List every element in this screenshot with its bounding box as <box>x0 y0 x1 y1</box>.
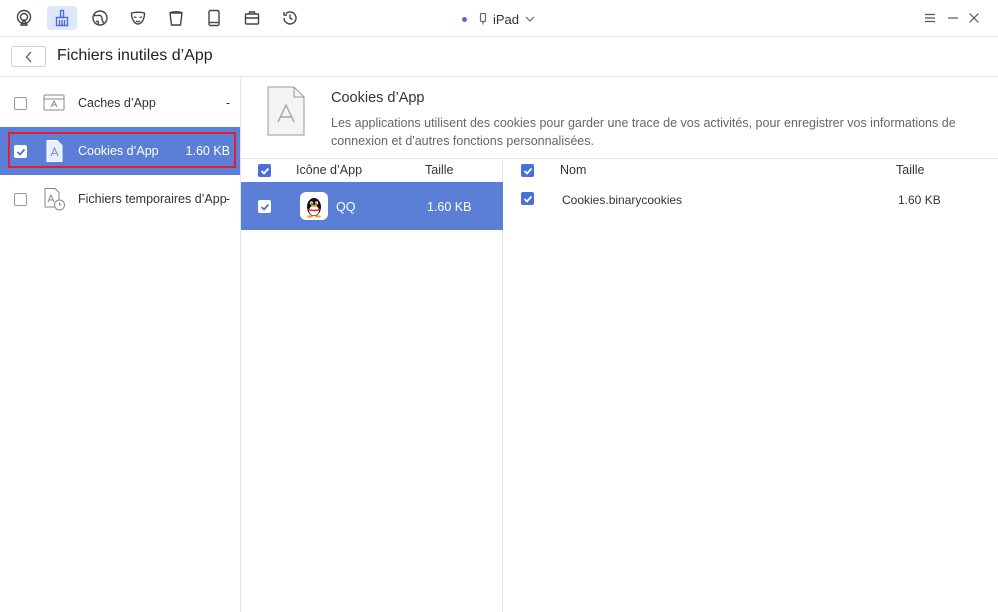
app-file-icon <box>267 86 305 136</box>
column-header-app-icon[interactable]: Icône d’App <box>296 163 362 177</box>
minimize-icon[interactable] <box>945 10 961 26</box>
app-list-header: Icône d’App Taille <box>241 159 502 181</box>
category-sidebar: Caches d’App - Cookies d’App 1.60 KB Fic… <box>0 77 241 612</box>
category-label: Caches d’App <box>78 96 156 110</box>
connection-dot <box>462 16 467 22</box>
file-name: Cookies.binarycookies <box>562 193 683 207</box>
category-size: 1.60 KB <box>185 144 230 158</box>
back-button[interactable] <box>11 46 46 67</box>
description-title: Cookies d’App <box>331 90 425 106</box>
file-list-header: Nom Taille <box>504 159 998 181</box>
column-header-size[interactable]: Taille <box>425 163 454 177</box>
category-checkbox[interactable] <box>14 97 27 110</box>
chevron-left-icon <box>25 51 31 62</box>
category-size: - <box>225 96 230 110</box>
description-text: Les applications utilisent des cookies p… <box>331 116 956 148</box>
app-size: 1.60 KB <box>427 200 472 214</box>
category-item-caches[interactable]: Caches d’App - <box>0 79 240 127</box>
file-list-panel: Nom Taille Cookies.binarycookies 1.60 KB <box>504 159 998 612</box>
column-header-size[interactable]: Taille <box>896 163 925 177</box>
trash-bin-icon[interactable] <box>161 6 191 30</box>
file-size: 1.60 KB <box>898 193 941 207</box>
category-checkbox[interactable] <box>14 193 27 206</box>
app-name: QQ <box>336 200 356 214</box>
check-icon <box>16 148 25 156</box>
broom-icon[interactable] <box>47 6 77 30</box>
top-toolbar: iPad <box>0 0 998 37</box>
qq-app-icon <box>300 192 328 220</box>
temp-file-icon <box>44 188 65 211</box>
cable-icon <box>479 13 487 25</box>
mask-icon[interactable] <box>123 6 153 30</box>
device-name: iPad <box>493 11 520 27</box>
briefcase-icon[interactable] <box>237 6 267 30</box>
history-icon[interactable] <box>275 6 305 30</box>
close-icon[interactable] <box>966 10 982 26</box>
category-item-cookies[interactable]: Cookies d’App 1.60 KB <box>0 127 240 175</box>
category-label: Fichiers temporaires d’App <box>78 192 227 206</box>
title-bar: Fichiers inutiles d’App <box>0 37 998 77</box>
chevron-down-icon <box>525 16 535 22</box>
category-size: - <box>225 192 230 206</box>
category-item-temp-files[interactable]: Fichiers temporaires d’App - <box>0 175 240 223</box>
check-icon <box>523 167 532 175</box>
check-icon <box>260 167 269 175</box>
app-cache-icon <box>43 94 65 111</box>
column-header-name[interactable]: Nom <box>560 163 586 177</box>
check-icon <box>523 195 532 203</box>
category-description: Cookies d’App Les applications utilisent… <box>241 77 998 159</box>
app-checkbox[interactable] <box>258 200 271 213</box>
menu-icon[interactable] <box>922 10 938 26</box>
page-title: Fichiers inutiles d’App <box>57 47 213 64</box>
app-file-icon <box>46 140 63 162</box>
app-list-panel: Icône d’App Taille QQ 1.60 KB <box>241 159 503 612</box>
category-label: Cookies d’App <box>78 144 159 158</box>
select-all-files-checkbox[interactable] <box>521 164 534 177</box>
file-row[interactable]: Cookies.binarycookies 1.60 KB <box>504 187 998 213</box>
select-all-apps-checkbox[interactable] <box>258 164 271 177</box>
category-checkbox[interactable] <box>14 145 27 158</box>
airplay-icon[interactable] <box>9 6 39 30</box>
globe-icon[interactable] <box>85 6 115 30</box>
app-row-qq[interactable]: QQ 1.60 KB <box>241 182 503 230</box>
check-icon <box>260 203 269 211</box>
tablet-icon[interactable] <box>199 6 229 30</box>
device-selector[interactable]: iPad <box>462 10 535 28</box>
file-checkbox[interactable] <box>521 192 534 205</box>
